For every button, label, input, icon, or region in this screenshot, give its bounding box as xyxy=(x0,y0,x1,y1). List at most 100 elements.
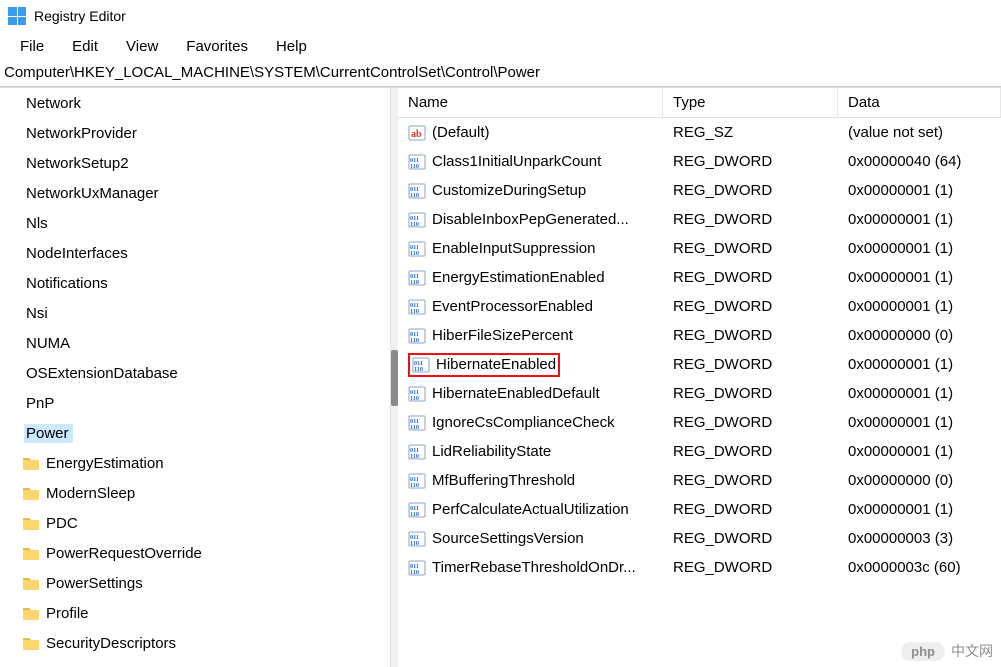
tree-item[interactable]: NodeInterfaces xyxy=(0,238,390,268)
value-data: 0x00000001 (1) xyxy=(838,182,1001,199)
main-split: Network NetworkProvider NetworkSetup2 Netwo… xyxy=(0,87,1001,667)
value-data: 0x00000001 (1) xyxy=(838,356,1001,373)
value-row[interactable]: LidReliabilityStateREG_DWORD0x00000001 (… xyxy=(398,437,1001,466)
menu-edit[interactable]: Edit xyxy=(58,34,112,59)
dword-value-icon xyxy=(408,559,426,577)
registry-tree: Network NetworkProvider NetworkSetup2 Netwo… xyxy=(0,88,390,667)
address-text: Computer\HKEY_LOCAL_MACHINE\SYSTEM\Curre… xyxy=(4,64,540,81)
value-row[interactable]: MfBufferingThresholdREG_DWORD0x00000000 … xyxy=(398,466,1001,495)
value-row[interactable]: CustomizeDuringSetupREG_DWORD0x00000001 … xyxy=(398,176,1001,205)
value-row[interactable]: TimerRebaseThresholdOnDr...REG_DWORD0x00… xyxy=(398,553,1001,582)
value-type: REG_DWORD xyxy=(663,385,838,402)
tree-item-label: OSExtensionDatabase xyxy=(24,364,182,383)
value-row[interactable]: HibernateEnabledREG_DWORD0x00000001 (1) xyxy=(398,350,1001,379)
value-data: 0x00000000 (0) xyxy=(838,327,1001,344)
address-bar[interactable]: Computer\HKEY_LOCAL_MACHINE\SYSTEM\Curre… xyxy=(0,60,1001,87)
tree-item-label: Nsi xyxy=(24,304,52,323)
value-type: REG_DWORD xyxy=(663,443,838,460)
tree-item[interactable]: PnP xyxy=(0,388,390,418)
menu-favorites[interactable]: Favorites xyxy=(172,34,262,59)
tree-item-label: Profile xyxy=(44,604,93,623)
tree-item-label: PowerRequestOverride xyxy=(44,544,206,563)
tree-item[interactable]: NetworkSetup2 xyxy=(0,148,390,178)
string-value-icon xyxy=(408,124,426,142)
folder-icon xyxy=(22,604,40,622)
tree-item[interactable]: PDC xyxy=(0,508,390,538)
value-row[interactable]: EnergyEstimationEnabledREG_DWORD0x000000… xyxy=(398,263,1001,292)
values-list: (Default)REG_SZ(value not set)Class1Init… xyxy=(398,118,1001,667)
menu-file[interactable]: File xyxy=(6,34,58,59)
value-data: 0x00000001 (1) xyxy=(838,240,1001,257)
tree-item[interactable]: Nls xyxy=(0,208,390,238)
value-data: 0x00000003 (3) xyxy=(838,530,1001,547)
tree-item-label: NUMA xyxy=(24,334,74,353)
column-header-data[interactable]: Data xyxy=(838,88,1001,117)
dword-value-icon xyxy=(408,153,426,171)
tree-item-label: PowerSettings xyxy=(44,574,147,593)
column-header-type[interactable]: Type xyxy=(663,88,838,117)
dword-value-icon xyxy=(408,211,426,229)
value-data: 0x00000040 (64) xyxy=(838,153,1001,170)
tree-item-label: NetworkSetup2 xyxy=(24,154,133,173)
value-row[interactable]: PerfCalculateActualUtilizationREG_DWORD0… xyxy=(398,495,1001,524)
value-row[interactable]: (Default)REG_SZ(value not set) xyxy=(398,118,1001,147)
value-data: 0x00000001 (1) xyxy=(838,298,1001,315)
values-pane[interactable]: Name Type Data (Default)REG_SZ(value not… xyxy=(398,88,1001,667)
tree-item[interactable]: Power xyxy=(0,418,390,448)
folder-icon xyxy=(22,634,40,652)
value-name: Class1InitialUnparkCount xyxy=(432,153,601,170)
tree-item[interactable]: NetworkUxManager xyxy=(0,178,390,208)
tree-pane[interactable]: Network NetworkProvider NetworkSetup2 Netwo… xyxy=(0,88,391,667)
value-row[interactable]: Class1InitialUnparkCountREG_DWORD0x00000… xyxy=(398,147,1001,176)
tree-item[interactable]: Network xyxy=(0,88,390,118)
dword-value-icon xyxy=(408,443,426,461)
tree-item[interactable]: SecurityDescriptors xyxy=(0,628,390,658)
value-data: 0x00000001 (1) xyxy=(838,269,1001,286)
tree-item[interactable]: NetworkProvider xyxy=(0,118,390,148)
dword-value-icon xyxy=(408,327,426,345)
tree-item[interactable]: NUMA xyxy=(0,328,390,358)
tree-item[interactable]: Profile xyxy=(0,598,390,628)
tree-item-label: NetworkProvider xyxy=(24,124,141,143)
tree-item-label: Power xyxy=(24,424,73,443)
value-type: REG_DWORD xyxy=(663,356,838,373)
value-type: REG_DWORD xyxy=(663,240,838,257)
tree-item[interactable]: PowerRequestOverride xyxy=(0,538,390,568)
value-name: IgnoreCsComplianceCheck xyxy=(432,414,615,431)
tree-item[interactable]: OSExtensionDatabase xyxy=(0,358,390,388)
value-data: (value not set) xyxy=(838,124,1001,141)
tree-item-label: SecurityDescriptors xyxy=(44,634,180,653)
value-type: REG_DWORD xyxy=(663,559,838,576)
value-data: 0x00000001 (1) xyxy=(838,211,1001,228)
tree-item-label: Network xyxy=(24,94,85,113)
dword-value-icon xyxy=(408,530,426,548)
value-row[interactable]: DisableInboxPepGenerated...REG_DWORD0x00… xyxy=(398,205,1001,234)
value-data: 0x00000001 (1) xyxy=(838,443,1001,460)
value-row[interactable]: HiberFileSizePercentREG_DWORD0x00000000 … xyxy=(398,321,1001,350)
tree-item[interactable]: Nsi xyxy=(0,298,390,328)
values-header: Name Type Data xyxy=(398,88,1001,118)
tree-item[interactable]: ModernSleep xyxy=(0,478,390,508)
tree-item[interactable]: Notifications xyxy=(0,268,390,298)
menu-help[interactable]: Help xyxy=(262,34,321,59)
value-row[interactable]: EnableInputSuppressionREG_DWORD0x0000000… xyxy=(398,234,1001,263)
watermark-badge: php xyxy=(901,642,945,661)
value-row[interactable]: IgnoreCsComplianceCheckREG_DWORD0x000000… xyxy=(398,408,1001,437)
folder-icon xyxy=(22,544,40,562)
column-header-name[interactable]: Name xyxy=(398,88,663,117)
value-type: REG_DWORD xyxy=(663,414,838,431)
splitter-handle[interactable] xyxy=(391,88,398,667)
tree-item[interactable]: EnergyEstimation xyxy=(0,448,390,478)
folder-icon xyxy=(22,484,40,502)
value-row[interactable]: HibernateEnabledDefaultREG_DWORD0x000000… xyxy=(398,379,1001,408)
menu-view[interactable]: View xyxy=(112,34,172,59)
value-row[interactable]: EventProcessorEnabledREG_DWORD0x00000001… xyxy=(398,292,1001,321)
folder-icon xyxy=(22,514,40,532)
tree-item[interactable]: Sync xyxy=(0,658,390,667)
value-type: REG_SZ xyxy=(663,124,838,141)
value-row[interactable]: SourceSettingsVersionREG_DWORD0x00000003… xyxy=(398,524,1001,553)
title-bar: Registry Editor xyxy=(0,0,1001,33)
tree-item[interactable]: PowerSettings xyxy=(0,568,390,598)
tree-item-label: ModernSleep xyxy=(44,484,139,503)
value-name: PerfCalculateActualUtilization xyxy=(432,501,629,518)
